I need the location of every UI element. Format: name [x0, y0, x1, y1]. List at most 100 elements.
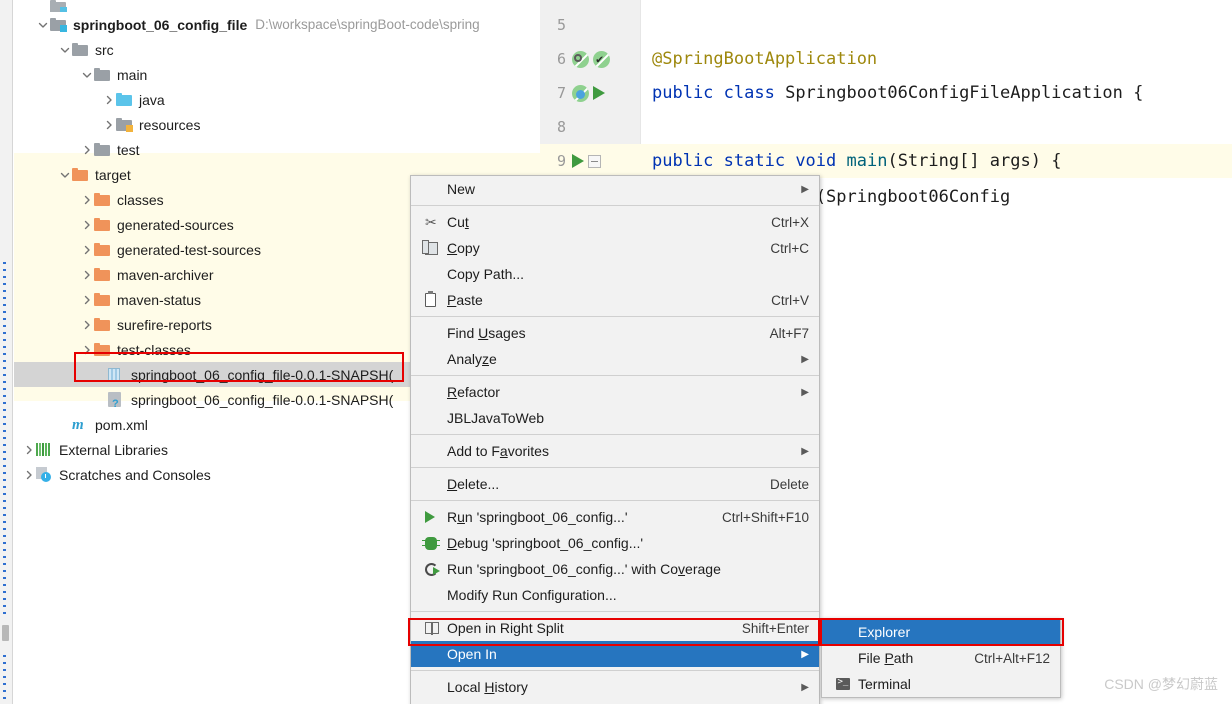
- menu-item-analyze[interactable]: Analyze▶: [411, 346, 819, 372]
- run-icon: [425, 511, 447, 523]
- tree-row-label: test-classes: [117, 342, 191, 358]
- scratches-glyph: [36, 467, 51, 482]
- menu-item-file-path[interactable]: File PathCtrl+Alt+F12: [822, 645, 1060, 671]
- run-glyph: [425, 511, 435, 523]
- folder-res-icon: [116, 117, 134, 133]
- tree-row-label: generated-sources: [117, 217, 234, 233]
- spring-bean-search-icon[interactable]: [572, 51, 589, 68]
- line-number: 7: [540, 84, 566, 102]
- debug-icon: [425, 537, 447, 550]
- menu-item-label: Terminal: [858, 676, 911, 692]
- tree-row-label: Scratches and Consoles: [59, 467, 211, 483]
- menu-item-run[interactable]: Run 'springboot_06_config...'Ctrl+Shift+…: [411, 504, 819, 530]
- tree-expand-arrow: [58, 418, 72, 432]
- menu-item-jbljavatoweb[interactable]: JBLJavaToWeb: [411, 405, 819, 431]
- menu-separator: [411, 316, 819, 317]
- tree-row-label: main: [117, 67, 147, 83]
- menu-item-accelerator: Shift+Enter: [716, 621, 809, 636]
- line-number: 9: [540, 152, 566, 170]
- tree-expand-arrow[interactable]: [102, 93, 116, 107]
- menu-item-delete[interactable]: Delete...Delete: [411, 471, 819, 497]
- menu-item-modify-run-cfg[interactable]: Modify Run Configuration...: [411, 582, 819, 608]
- tool-window-stripe[interactable]: [0, 0, 13, 704]
- menu-item-reload-disk[interactable]: ↺Reload from Disk: [411, 700, 819, 704]
- csdn-watermark: CSDN @梦幻蔚蓝: [1104, 674, 1218, 694]
- folder-blue-icon: [116, 92, 134, 108]
- folder-gray-glyph: [94, 143, 110, 156]
- menu-item-new[interactable]: New ▶: [411, 176, 819, 202]
- folder-orange-icon: [94, 217, 112, 233]
- menu-item-explorer[interactable]: Explorer: [822, 619, 1060, 645]
- unknown-file-icon: [108, 392, 126, 408]
- tree-expand-arrow[interactable]: [80, 343, 94, 357]
- chevron-right-icon: ▶: [781, 682, 809, 693]
- ide-window: springboot_06_config_fileD:\workspace\sp…: [0, 0, 1232, 704]
- menu-item-copy-path[interactable]: Copy Path...: [411, 261, 819, 287]
- tree-expand-arrow[interactable]: [36, 18, 50, 32]
- chevron-right-icon: ▶: [781, 446, 809, 457]
- menu-item-label: Explorer: [858, 624, 910, 640]
- menu-item-add-favorites[interactable]: Add to Favorites▶: [411, 438, 819, 464]
- menu-item-cut[interactable]: ✂CutCtrl+X: [411, 209, 819, 235]
- menu-item-find-usages[interactable]: Find UsagesAlt+F7: [411, 320, 819, 346]
- menu-item-accelerator: Alt+F7: [744, 326, 809, 341]
- menu-item-label: Refactor: [447, 384, 500, 400]
- menu-item-label: New: [447, 181, 475, 197]
- menu-item-terminal[interactable]: Terminal: [822, 671, 1060, 697]
- tree-row-label: springboot_06_config_file: [73, 17, 247, 33]
- editor-line-7: 7public class Springboot06ConfigFileAppl…: [540, 76, 1143, 110]
- folder-orange-glyph: [94, 193, 110, 206]
- menu-item-copy[interactable]: CopyCtrl+C: [411, 235, 819, 261]
- run-gutter-icon[interactable]: [572, 154, 584, 168]
- tree-expand-arrow[interactable]: [22, 443, 36, 457]
- tree-expand-arrow[interactable]: [58, 168, 72, 182]
- chevron-right-icon: ▶: [781, 184, 809, 195]
- tree-expand-arrow[interactable]: [80, 293, 94, 307]
- tree-expand-arrow: [94, 393, 108, 407]
- terminal-glyph: [836, 678, 850, 690]
- tree-row-label: External Libraries: [59, 442, 168, 458]
- menu-separator: [411, 670, 819, 671]
- libraries-glyph: [36, 443, 50, 456]
- tree-expand-arrow[interactable]: [58, 43, 72, 57]
- menu-item-open-right-split[interactable]: Open in Right Split Shift+Enter: [411, 615, 819, 641]
- menu-item-run-coverage[interactable]: Run 'springboot_06_config...' with Cover…: [411, 556, 819, 582]
- tree-expand-arrow[interactable]: [80, 218, 94, 232]
- tree-expand-arrow[interactable]: [80, 68, 94, 82]
- code-fold-marker-icon[interactable]: [588, 155, 601, 168]
- menu-item-debug[interactable]: Debug 'springboot_06_config...': [411, 530, 819, 556]
- code-text: @SpringBootApplication: [652, 49, 877, 69]
- open-in-submenu[interactable]: Explorer File PathCtrl+Alt+F12 Terminal: [821, 618, 1061, 698]
- gutter-icons: [566, 154, 638, 168]
- tree-expand-arrow[interactable]: [22, 468, 36, 482]
- menu-item-refactor[interactable]: Refactor▶: [411, 379, 819, 405]
- tree-expand-arrow[interactable]: [80, 268, 94, 282]
- copy-icon: [425, 242, 447, 255]
- menu-separator: [411, 467, 819, 468]
- tree-expand-arrow[interactable]: [80, 318, 94, 332]
- stripe-drag-handle[interactable]: [2, 625, 9, 641]
- folder-module-glyph: [50, 18, 66, 31]
- menu-item-label: Cut: [447, 214, 469, 230]
- menu-item-local-history[interactable]: Local History▶: [411, 674, 819, 700]
- stripe-marks-bottom: [3, 655, 9, 704]
- menu-item-open-in[interactable]: Open In▶: [411, 641, 819, 667]
- run-gutter-icon[interactable]: [593, 86, 605, 100]
- tree-expand-arrow[interactable]: [80, 193, 94, 207]
- tree-expand-arrow[interactable]: [102, 118, 116, 132]
- menu-item-label: Delete...: [447, 476, 499, 492]
- context-menu[interactable]: New ▶ ✂CutCtrl+XCopyCtrl+CCopy Path...Past…: [410, 175, 820, 704]
- tree-expand-arrow[interactable]: [80, 243, 94, 257]
- menu-item-label: Run 'springboot_06_config...': [447, 509, 628, 525]
- spring-bean-check-icon[interactable]: ✔: [593, 51, 610, 68]
- folder-orange-icon: [72, 167, 90, 183]
- menu-item-label: Open in Right Split: [447, 620, 564, 636]
- tree-expand-arrow[interactable]: [80, 143, 94, 157]
- coverage-icon: [425, 563, 447, 576]
- line-number: 6: [540, 50, 566, 68]
- spring-bean-config-icon[interactable]: [572, 85, 589, 102]
- tree-row-label: target: [95, 167, 131, 183]
- folder-module-glyph: [50, 0, 66, 12]
- menu-item-paste[interactable]: PasteCtrl+V: [411, 287, 819, 313]
- editor-line-8: 8: [540, 110, 652, 144]
